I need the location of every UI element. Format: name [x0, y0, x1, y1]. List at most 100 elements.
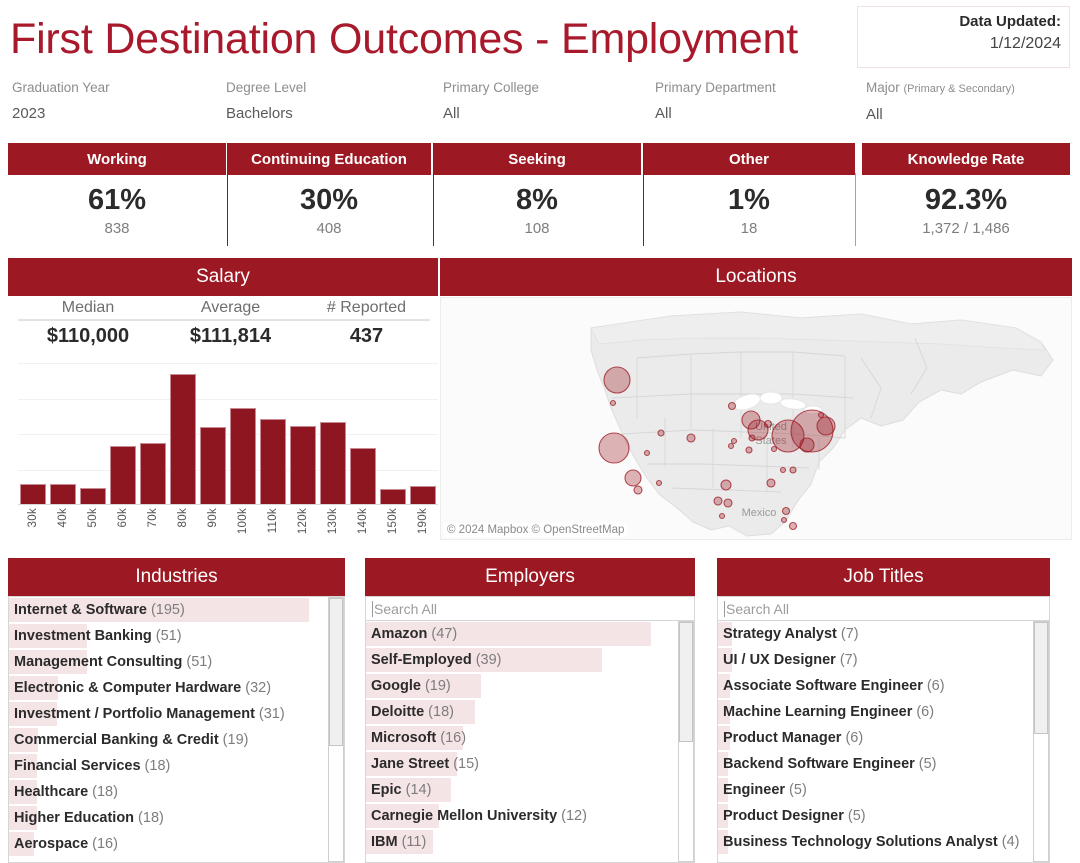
list-item[interactable]: Business Technology Solutions Analyst(4)	[718, 829, 1049, 855]
list-item[interactable]: Amazon(47)	[366, 621, 694, 647]
map-bubble[interactable]: Orlando	[783, 508, 790, 515]
map-bubble[interactable]: Omaha	[729, 444, 734, 449]
jobtitles-search-input[interactable]: Search All	[718, 597, 1049, 621]
salary-bar[interactable]	[350, 448, 376, 505]
list-item[interactable]: Machine Learning Engineer(6)	[718, 699, 1049, 725]
salary-bar[interactable]	[230, 408, 256, 505]
list-item[interactable]: IBM(11)	[366, 829, 694, 855]
list-item[interactable]: Product Designer(5)	[718, 803, 1049, 829]
map-bubble[interactable]: Miami	[790, 523, 797, 530]
list-item[interactable]: Jane Street(15)	[366, 751, 694, 777]
map-bubble[interactable]: Des Moines	[732, 439, 737, 444]
salary-bar[interactable]	[260, 419, 286, 505]
filter-value[interactable]: All	[655, 105, 776, 123]
salary-bar[interactable]	[410, 486, 436, 505]
kpi-divider	[227, 143, 228, 246]
salary-bar[interactable]	[200, 427, 226, 505]
kpi-card-working[interactable]: Working61%838	[8, 143, 226, 250]
chart-gridline	[18, 363, 438, 364]
salary-bar[interactable]	[20, 484, 46, 505]
map-bubble[interactable]: Charlotte	[781, 468, 786, 473]
salary-bar[interactable]	[320, 422, 346, 505]
salary-bar[interactable]	[140, 443, 166, 505]
list-item[interactable]: Strategy Analyst(7)	[718, 621, 1049, 647]
industries-scroll-thumb[interactable]	[329, 598, 343, 746]
list-item[interactable]: Healthcare(18)	[9, 779, 344, 805]
map-bubble[interactable]: San Antonio	[720, 514, 725, 519]
map-canvas[interactable]: United States Mexico SeattlePortlandBay …	[440, 297, 1072, 540]
list-item[interactable]: UI / UX Designer(7)	[718, 647, 1049, 673]
map-bubble[interactable]: Salt Lake City	[658, 430, 664, 436]
map-bubble[interactable]: Boston	[817, 417, 835, 435]
filter-3[interactable]: Primary CollegeAll	[443, 80, 539, 123]
kpi-card-continuing-education[interactable]: Continuing Education30%408	[227, 143, 431, 250]
filter-5[interactable]: Major (Primary & Secondary)All	[866, 80, 1015, 124]
list-item[interactable]: Microsoft(16)	[366, 725, 694, 751]
salary-bar[interactable]	[290, 426, 316, 505]
map-bubble[interactable]: Minneapolis	[729, 403, 736, 410]
salary-bar[interactable]	[110, 446, 136, 505]
list-item-name: Electronic & Computer Hardware	[14, 680, 241, 696]
list-item[interactable]: Management Consulting(51)	[9, 649, 344, 675]
list-item[interactable]: Higher Education(18)	[9, 805, 344, 831]
list-item[interactable]: Carnegie Mellon University(12)	[366, 803, 694, 829]
list-item[interactable]: Investment / Portfolio Management(31)	[9, 701, 344, 727]
employers-scroll-thumb[interactable]	[679, 622, 693, 742]
salary-bar[interactable]	[170, 374, 196, 505]
kpi-card-seeking[interactable]: Seeking8%108	[433, 143, 641, 250]
employers-search-input[interactable]: Search All	[366, 597, 694, 621]
map-bubble[interactable]: Denver	[687, 434, 695, 442]
filter-value[interactable]: 2023	[12, 105, 110, 123]
list-item[interactable]: Electronic & Computer Hardware(32)	[9, 675, 344, 701]
jobtitles-scroll-thumb[interactable]	[1034, 622, 1048, 734]
filter-value[interactable]: Bachelors	[226, 105, 306, 123]
map-bubble[interactable]: Seattle	[604, 367, 630, 393]
map-bubble[interactable]: Bay Area	[599, 433, 629, 463]
map-bubble[interactable]: San Diego	[634, 486, 642, 494]
salary-bar[interactable]	[80, 488, 106, 505]
list-item[interactable]: Aerospace(16)	[9, 831, 344, 857]
map-bubble[interactable]: Phoenix	[657, 481, 662, 486]
map-bubble[interactable]: Los Angeles	[625, 470, 641, 486]
list-item[interactable]: Financial Services(18)	[9, 753, 344, 779]
map-bubble[interactable]: Tampa	[782, 518, 787, 523]
map-bubble[interactable]: Austin	[714, 497, 722, 505]
filter-1[interactable]: Graduation Year2023	[12, 80, 110, 123]
map-bubble[interactable]: Portland	[611, 401, 616, 406]
jobtitles-list: Strategy Analyst(7)UI / UX Designer(7)As…	[718, 621, 1049, 861]
list-item[interactable]: Self-Employed(39)	[366, 647, 694, 673]
list-item[interactable]: Associate Software Engineer(6)	[718, 673, 1049, 699]
map-bubble[interactable]: St. Louis	[746, 447, 752, 453]
list-item[interactable]: Engineer(5)	[718, 777, 1049, 803]
kpi-count: 1,372 / 1,486	[922, 219, 1010, 239]
jobtitles-scrollbar[interactable]	[1033, 621, 1049, 862]
industries-scrollbar[interactable]	[328, 597, 344, 862]
map-bubble[interactable]: Atlanta	[767, 479, 775, 487]
salary-axis-tick: 190k	[417, 508, 429, 534]
map-bubble[interactable]: Indianapolis	[749, 435, 755, 441]
kpi-card-other[interactable]: Other1%18	[643, 143, 855, 250]
list-item[interactable]: Backend Software Engineer(5)	[718, 751, 1049, 777]
list-item[interactable]: Investment Banking(51)	[9, 623, 344, 649]
list-item[interactable]: Deloitte(18)	[366, 699, 694, 725]
kpi-card-knowledge-rate[interactable]: Knowledge Rate92.3%1,372 / 1,486	[862, 143, 1070, 250]
filter-value[interactable]: All	[866, 106, 1015, 124]
salary-bar[interactable]	[380, 489, 406, 505]
filter-4[interactable]: Primary DepartmentAll	[655, 80, 776, 123]
list-item[interactable]: Google(19)	[366, 673, 694, 699]
map-bubble[interactable]: Cincinnati	[772, 447, 777, 452]
list-item[interactable]: Product Manager(6)	[718, 725, 1049, 751]
map-bubble[interactable]: Las Vegas	[645, 451, 650, 456]
employers-scrollbar[interactable]	[678, 621, 694, 862]
list-item[interactable]: Commercial Banking & Credit(19)	[9, 727, 344, 753]
filter-value[interactable]: All	[443, 105, 539, 123]
map-bubble[interactable]: Grand Rapids	[765, 421, 772, 428]
map-bubble[interactable]: Albany	[819, 413, 824, 418]
list-item[interactable]: Internet & Software(195)	[9, 597, 344, 623]
filter-2[interactable]: Degree LevelBachelors	[226, 80, 306, 123]
list-item[interactable]: Epic(14)	[366, 777, 694, 803]
salary-bar[interactable]	[50, 484, 76, 505]
map-bubble[interactable]: Raleigh	[790, 467, 796, 473]
map-bubble[interactable]: Houston	[724, 499, 732, 507]
map-bubble[interactable]: Dallas	[721, 480, 731, 490]
